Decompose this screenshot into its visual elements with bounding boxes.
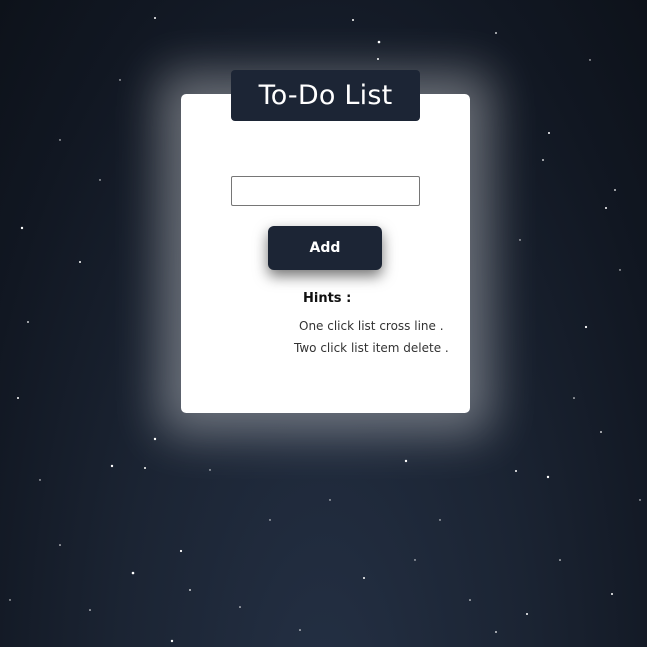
hints-title: Hints : <box>303 291 352 306</box>
app-title: To-Do List <box>231 70 420 121</box>
add-button[interactable]: Add <box>268 226 382 270</box>
hint-line-single-click: One click list cross line . <box>299 319 444 333</box>
task-input[interactable] <box>231 176 420 206</box>
hint-line-double-click: Two click list item delete . <box>294 341 449 355</box>
